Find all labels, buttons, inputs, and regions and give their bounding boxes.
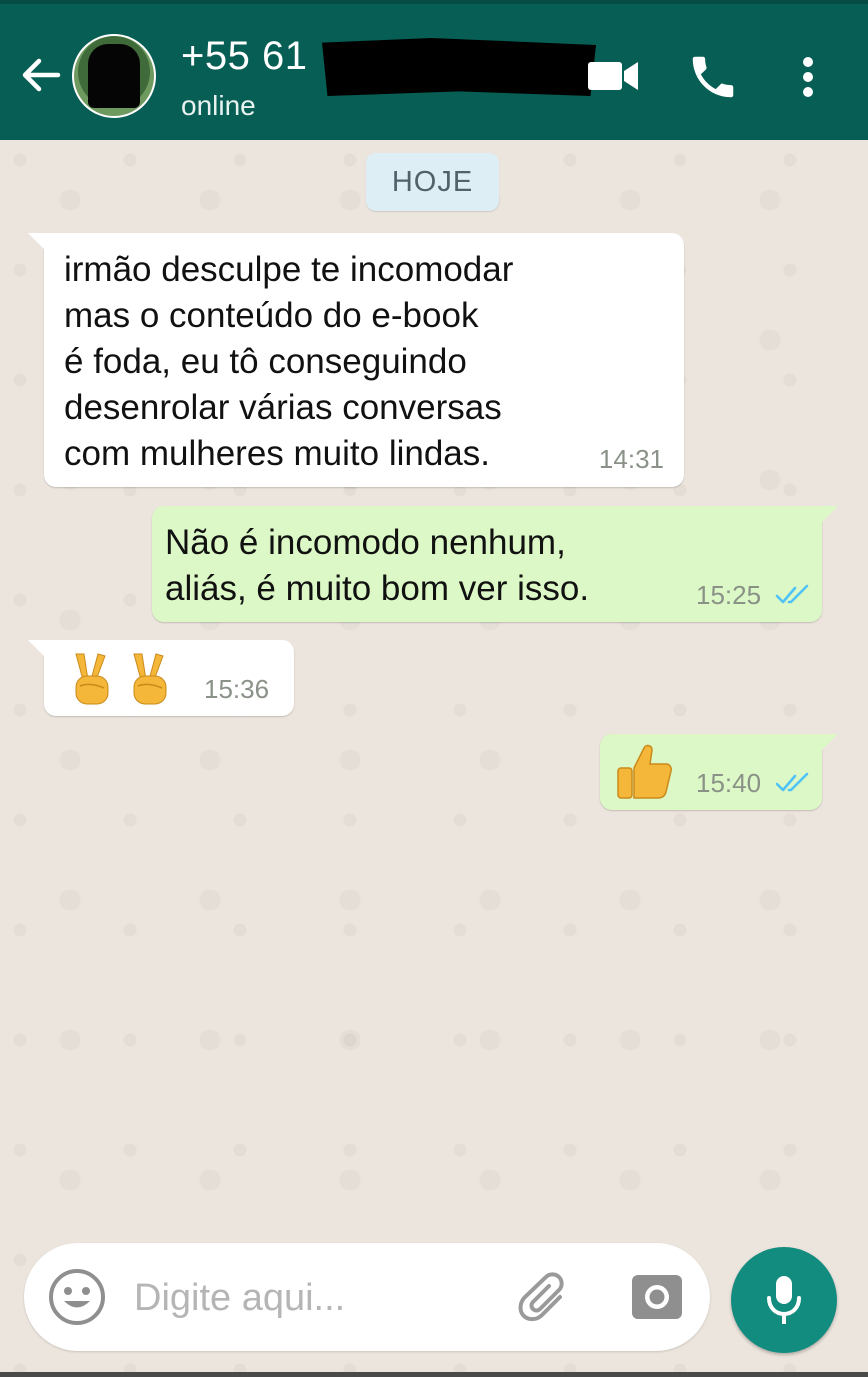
video-camera-icon (588, 62, 638, 90)
camera-icon (632, 1275, 682, 1319)
double-check-read-icon (775, 584, 809, 604)
double-check-read-icon (775, 772, 809, 792)
message-bubble-outgoing[interactable]: Não é incomodo nenhum, aliás, é muito bo… (152, 506, 838, 622)
screen-bottom-edge (0, 1372, 868, 1377)
emoji-button[interactable] (48, 1268, 106, 1326)
message-bubble-incoming[interactable]: irmão desculpe te incomodar mas o conteú… (28, 233, 684, 487)
microphone-icon (767, 1276, 801, 1324)
message-time: 15:25 (696, 580, 762, 610)
avatar[interactable] (72, 34, 156, 118)
voice-call-button[interactable] (686, 50, 740, 104)
redaction-mark (322, 38, 596, 96)
avatar-redaction (88, 44, 140, 108)
victory-hand-emoji (75, 653, 167, 705)
message-input[interactable] (132, 1273, 496, 1323)
contact-name[interactable]: +55 61 (181, 34, 307, 78)
date-divider: HOJE (366, 153, 499, 211)
chat-header: +55 61 online (0, 0, 868, 140)
thumbs-up-emoji (617, 744, 672, 799)
voice-record-button[interactable] (731, 1247, 837, 1353)
arrow-left-icon (22, 58, 61, 92)
phone-icon (692, 56, 734, 98)
back-button[interactable] (18, 52, 64, 98)
contact-status: online (181, 90, 256, 121)
message-emoji (612, 740, 676, 809)
message-bubble-incoming[interactable]: 15:36 (28, 640, 294, 716)
message-time: 15:40 (696, 768, 762, 798)
video-call-button[interactable] (586, 50, 640, 102)
attach-button[interactable] (516, 1271, 572, 1327)
message-emoji (64, 650, 184, 713)
message-text: irmão desculpe te incomodar mas o conteú… (64, 250, 514, 473)
camera-button[interactable] (630, 1271, 684, 1321)
more-vertical-icon (803, 57, 813, 97)
message-bubble-outgoing[interactable]: 15:40 (600, 734, 838, 810)
paperclip-icon (518, 1272, 564, 1322)
more-options-button[interactable] (790, 50, 826, 104)
message-time: 14:31 (598, 444, 664, 474)
smiley-icon (49, 1269, 105, 1325)
message-time: 15:36 (204, 674, 270, 704)
message-composer (24, 1243, 710, 1351)
message-text: Não é incomodo nenhum, aliás, é muito bo… (165, 523, 590, 608)
